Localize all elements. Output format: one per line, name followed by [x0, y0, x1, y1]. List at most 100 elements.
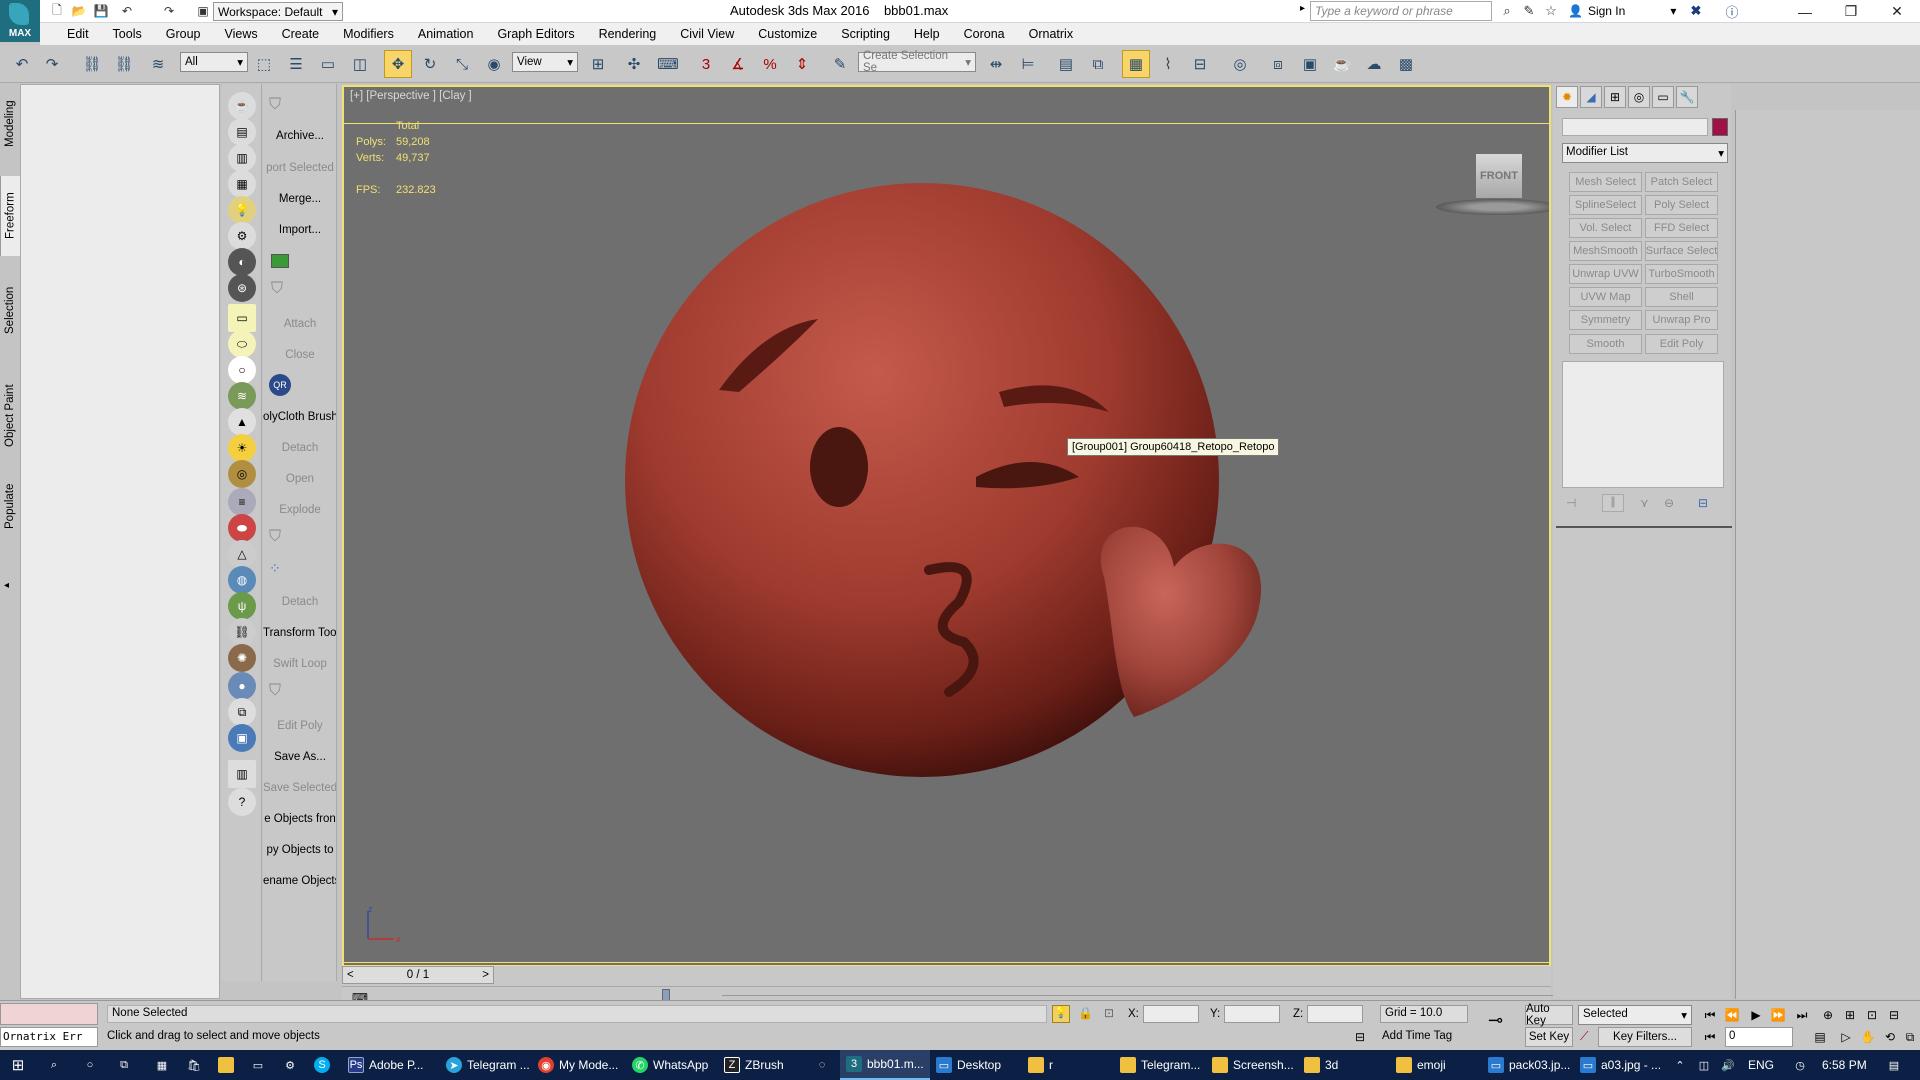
auto-key-button[interactable]: Auto Key	[1525, 1003, 1573, 1027]
menu-edit[interactable]: Edit	[55, 27, 101, 41]
detach-button[interactable]: Detach	[263, 442, 336, 454]
archive-button[interactable]: Archive...	[263, 130, 336, 142]
attach-button[interactable]: Attach	[263, 318, 336, 330]
menu-create[interactable]: Create	[270, 27, 332, 41]
rendered-frame-window-icon[interactable]: ▣	[1296, 50, 1324, 78]
merge-icon[interactable]: ▦	[228, 170, 256, 198]
mod-unwrap-pro[interactable]: Unwrap Pro	[1645, 310, 1718, 330]
hair-icon[interactable]: ✺	[228, 644, 256, 672]
polycloth-brush-button[interactable]: olyCloth Brush	[263, 411, 336, 423]
plane-icon[interactable]: ▭	[228, 304, 256, 332]
motion-tab-icon[interactable]: ◎	[1628, 86, 1650, 108]
stack-icon[interactable]: ≡	[228, 488, 256, 516]
show-end-result-icon[interactable]: ∥	[1602, 494, 1624, 512]
import-button[interactable]: Import...	[263, 224, 336, 236]
mod-smooth[interactable]: Smooth	[1569, 334, 1642, 354]
task-whatsapp[interactable]: ✆ WhatsApp	[626, 1050, 714, 1080]
field-of-view-icon[interactable]: ▷	[1836, 1028, 1856, 1046]
curve-editor-icon[interactable]: ⌇	[1154, 50, 1182, 78]
mod-unwrap-uvw[interactable]: Unwrap UVW	[1569, 264, 1642, 284]
chain-icon[interactable]: ⛓	[228, 618, 256, 646]
task-photoshop[interactable]: Ps Adobe P...	[342, 1050, 430, 1080]
sign-in-button[interactable]: 👤 Sign In ▾	[1568, 2, 1676, 20]
action-center[interactable]: ▤	[1880, 1050, 1908, 1080]
make-unique-icon[interactable]: ⋎	[1640, 496, 1649, 510]
favorites-star-icon[interactable]: ☆	[1541, 2, 1561, 20]
select-and-scale-icon[interactable]: ⤡	[448, 50, 476, 78]
light-icon[interactable]: 💡	[228, 196, 256, 224]
tab-object-paint[interactable]: Object Paint	[0, 366, 20, 466]
next-frame-icon[interactable]: ⏩	[1768, 1006, 1788, 1024]
zoom-extents-all-icon[interactable]: ⊟	[1884, 1006, 1904, 1024]
task-telegram-1[interactable]: ➤ Telegram ...	[440, 1050, 536, 1080]
menu-tools[interactable]: Tools	[101, 27, 154, 41]
render-setup-icon[interactable]: ⧈	[1264, 50, 1292, 78]
snaps-toggle-icon[interactable]: 3	[692, 50, 720, 78]
exchange-icon[interactable]: ✖	[1686, 2, 1706, 20]
modifier-list-select[interactable]: Modifier List ▾	[1562, 143, 1728, 163]
mod-turbosmooth[interactable]: TurboSmooth	[1645, 264, 1718, 284]
mod-ffd-select[interactable]: FFD Select	[1645, 218, 1718, 238]
mod-shell[interactable]: Shell	[1645, 287, 1718, 307]
mod-patch-select[interactable]: Patch Select	[1645, 172, 1718, 192]
tab-freeform[interactable]: Freeform	[0, 176, 20, 256]
percent-snap-icon[interactable]: %	[756, 50, 784, 78]
angle-snap-icon[interactable]: ∡	[724, 50, 752, 78]
subscription-icon[interactable]: ✎	[1519, 2, 1539, 20]
unlink-icon[interactable]: ⛓	[110, 50, 138, 78]
mod-mesh-select[interactable]: Mesh Select	[1569, 172, 1642, 192]
perspective-viewport[interactable]: [+] [Perspective ] [Clay ] Total Polys: …	[342, 85, 1551, 967]
app-menu-button[interactable]: MAX	[0, 0, 40, 42]
viewcube-front-face[interactable]: FRONT	[1476, 154, 1522, 198]
coord-y-input[interactable]	[1224, 1005, 1281, 1023]
sun-icon[interactable]: ☀	[228, 434, 256, 462]
orbit-icon[interactable]: ⟲	[1880, 1028, 1900, 1046]
set-keys-icon[interactable]: ⟋	[1580, 1029, 1588, 1044]
previous-frame-icon[interactable]: ⏪	[1722, 1006, 1742, 1024]
task-zbrush[interactable]: Z ZBrush	[718, 1050, 790, 1080]
pivot-center-icon[interactable]: ⊞	[584, 50, 612, 78]
monitor-pin[interactable]: ▭	[244, 1050, 272, 1080]
menu-views[interactable]: Views	[212, 27, 269, 41]
add-time-tag-button[interactable]: Add Time Tag	[1382, 1030, 1452, 1042]
export-icon[interactable]: ▥	[228, 144, 256, 172]
select-manipulate-icon[interactable]: ✣	[620, 50, 648, 78]
select-and-move-icon[interactable]: ✥	[384, 50, 412, 78]
menu-graph-editors[interactable]: Graph Editors	[485, 27, 586, 41]
cortana-button[interactable]: ○	[76, 1050, 104, 1080]
modify-tab-icon[interactable]: ◢	[1580, 86, 1602, 108]
save-as-button[interactable]: Save As...	[263, 751, 336, 763]
menu-rendering[interactable]: Rendering	[587, 27, 669, 41]
close-button[interactable]: ✕	[1874, 0, 1920, 23]
close-button-tool[interactable]: Close	[263, 349, 336, 361]
swift-loop-button[interactable]: Swift Loop	[263, 658, 336, 670]
transform-tool-button[interactable]: Transform Tool	[263, 627, 336, 639]
new-file-icon[interactable]: 🗋	[48, 2, 66, 20]
export-selected-button[interactable]: port Selected	[263, 162, 336, 174]
mod-meshsmooth[interactable]: MeshSmooth	[1569, 241, 1642, 261]
task-3dsmax[interactable]: 3 bbb01.m...	[840, 1050, 930, 1080]
tray-clock[interactable]: 6:58 PM	[1816, 1050, 1873, 1080]
go-to-start-icon[interactable]: ⏮	[1700, 1006, 1720, 1024]
time-slider-next[interactable]: >	[482, 969, 489, 981]
key-mode-toggle-icon[interactable]: ⏮	[1700, 1028, 1720, 1046]
create-tab-icon[interactable]: ✹	[1556, 86, 1578, 108]
time-slider-bar[interactable]: < 0 / 1 >	[342, 966, 494, 984]
edit-poly-button[interactable]: Edit Poly	[263, 720, 336, 732]
copy-objects-to-button[interactable]: py Objects to	[263, 844, 336, 856]
mod-poly-select[interactable]: Poly Select	[1645, 195, 1718, 215]
set-key-button[interactable]: Set Key	[1525, 1027, 1573, 1047]
emoji-kiss-model[interactable]	[344, 87, 1549, 965]
disc-icon[interactable]: ◎	[228, 460, 256, 488]
toggle-ribbon-icon[interactable]: ▦	[1122, 50, 1150, 78]
search-input[interactable]: Type a keyword or phrase	[1310, 1, 1492, 21]
rename-objects-button[interactable]: ename Objects	[263, 875, 336, 887]
go-to-end-icon[interactable]: ⏭	[1792, 1006, 1812, 1024]
menu-ornatrix[interactable]: Ornatrix	[1017, 27, 1085, 41]
configure-modifier-sets-icon[interactable]: ⊟	[1698, 496, 1708, 510]
camera-icon[interactable]: ⚙	[228, 222, 256, 250]
binoculars-icon[interactable]: ⌕	[1497, 2, 1517, 20]
task-folder-r[interactable]: r	[1022, 1050, 1059, 1080]
tab-populate[interactable]: Populate	[0, 468, 20, 544]
calculator-pin[interactable]: ▦	[148, 1050, 176, 1080]
